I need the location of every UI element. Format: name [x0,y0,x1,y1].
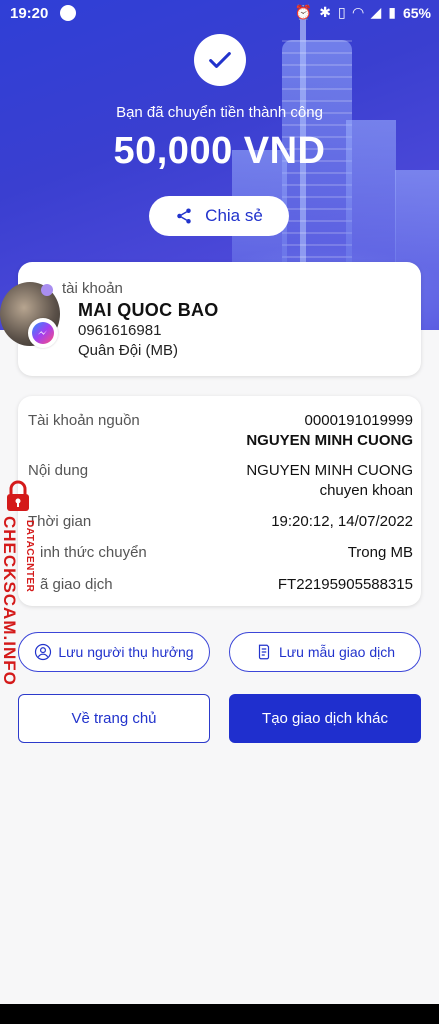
content-label: Nội dung [28,462,89,479]
status-bar: 19:20 ⏰ ✱ ▯ ◠ ◢ ▮ 65% [0,0,439,28]
content-line1: NGUYEN MINH CUONG [246,462,413,479]
wifi-icon: ◠ [352,4,364,20]
alarm-icon: ⏰ [294,4,313,20]
save-template-label: Lưu mẫu giao dịch [279,644,395,660]
transaction-details-card: Tài khoản nguồn 0000191019999 NGUYEN MIN… [18,396,421,606]
share-button[interactable]: Chia sẻ [149,196,289,236]
source-label: Tài khoản nguồn [28,412,140,429]
recipient-account: 0961616981 [78,322,162,339]
save-beneficiary-button[interactable]: Lưu người thụ hưởng [18,632,210,672]
success-message: Bạn đã chuyển tiền thành công [116,104,323,121]
method-label: inh thức chuyển [40,544,147,561]
success-check-badge [194,34,246,86]
watermark-text: CHECKSCAM.INFO [0,516,19,686]
receipt-icon [258,644,270,660]
signal-icon: ◢ [370,4,382,20]
messenger-icon [32,322,54,344]
content-line2: chuyen khoan [319,482,413,499]
new-transaction-button[interactable]: Tạo giao dịch khác [229,694,421,743]
status-time: 19:20 [10,5,49,22]
watermark-subtext: DATACENTER [24,520,35,593]
transfer-amount: 50,000 VND [113,130,326,172]
time-value: 19:20:12, 14/07/2022 [271,513,413,530]
share-label: Chia sẻ [205,206,263,225]
messenger-badge [28,318,58,348]
home-button[interactable]: Về trang chủ [18,694,210,743]
messenger-status-icon [60,5,76,21]
user-icon [35,643,52,661]
txid-label: ã giao dịch [40,576,113,593]
method-value: Trong MB [347,544,413,561]
chat-head-dot [41,284,53,296]
save-template-button[interactable]: Lưu mẫu giao dịch [229,632,421,672]
source-name: NGUYEN MINH CUONG [246,432,413,449]
battery-icon: ▮ [388,4,396,20]
time-label: Thời gian [28,513,92,530]
system-nav-bar [0,1004,439,1024]
save-beneficiary-label: Lưu người thụ hưởng [58,644,194,660]
bluetooth-icon: ✱ [319,4,331,20]
lock-icon [7,480,29,511]
recipient-name: MAI QUOC BAO [78,300,219,320]
vibrate-icon: ▯ [337,4,346,20]
status-icons: ⏰ ✱ ▯ ◠ ◢ ▮ 65% [295,4,431,21]
source-account: 0000191019999 [304,412,413,429]
share-icon [177,208,191,224]
recipient-card: tài khoản MAI QUOC BAO 0961616981 Quân Đ… [18,262,421,376]
battery-percent: 65% [402,4,431,21]
recipient-label: tài khoản [62,280,123,297]
check-icon [209,52,231,68]
txid-value: FT22195905588315 [277,576,413,593]
recipient-bank: Quân Đội (MB) [78,342,179,359]
